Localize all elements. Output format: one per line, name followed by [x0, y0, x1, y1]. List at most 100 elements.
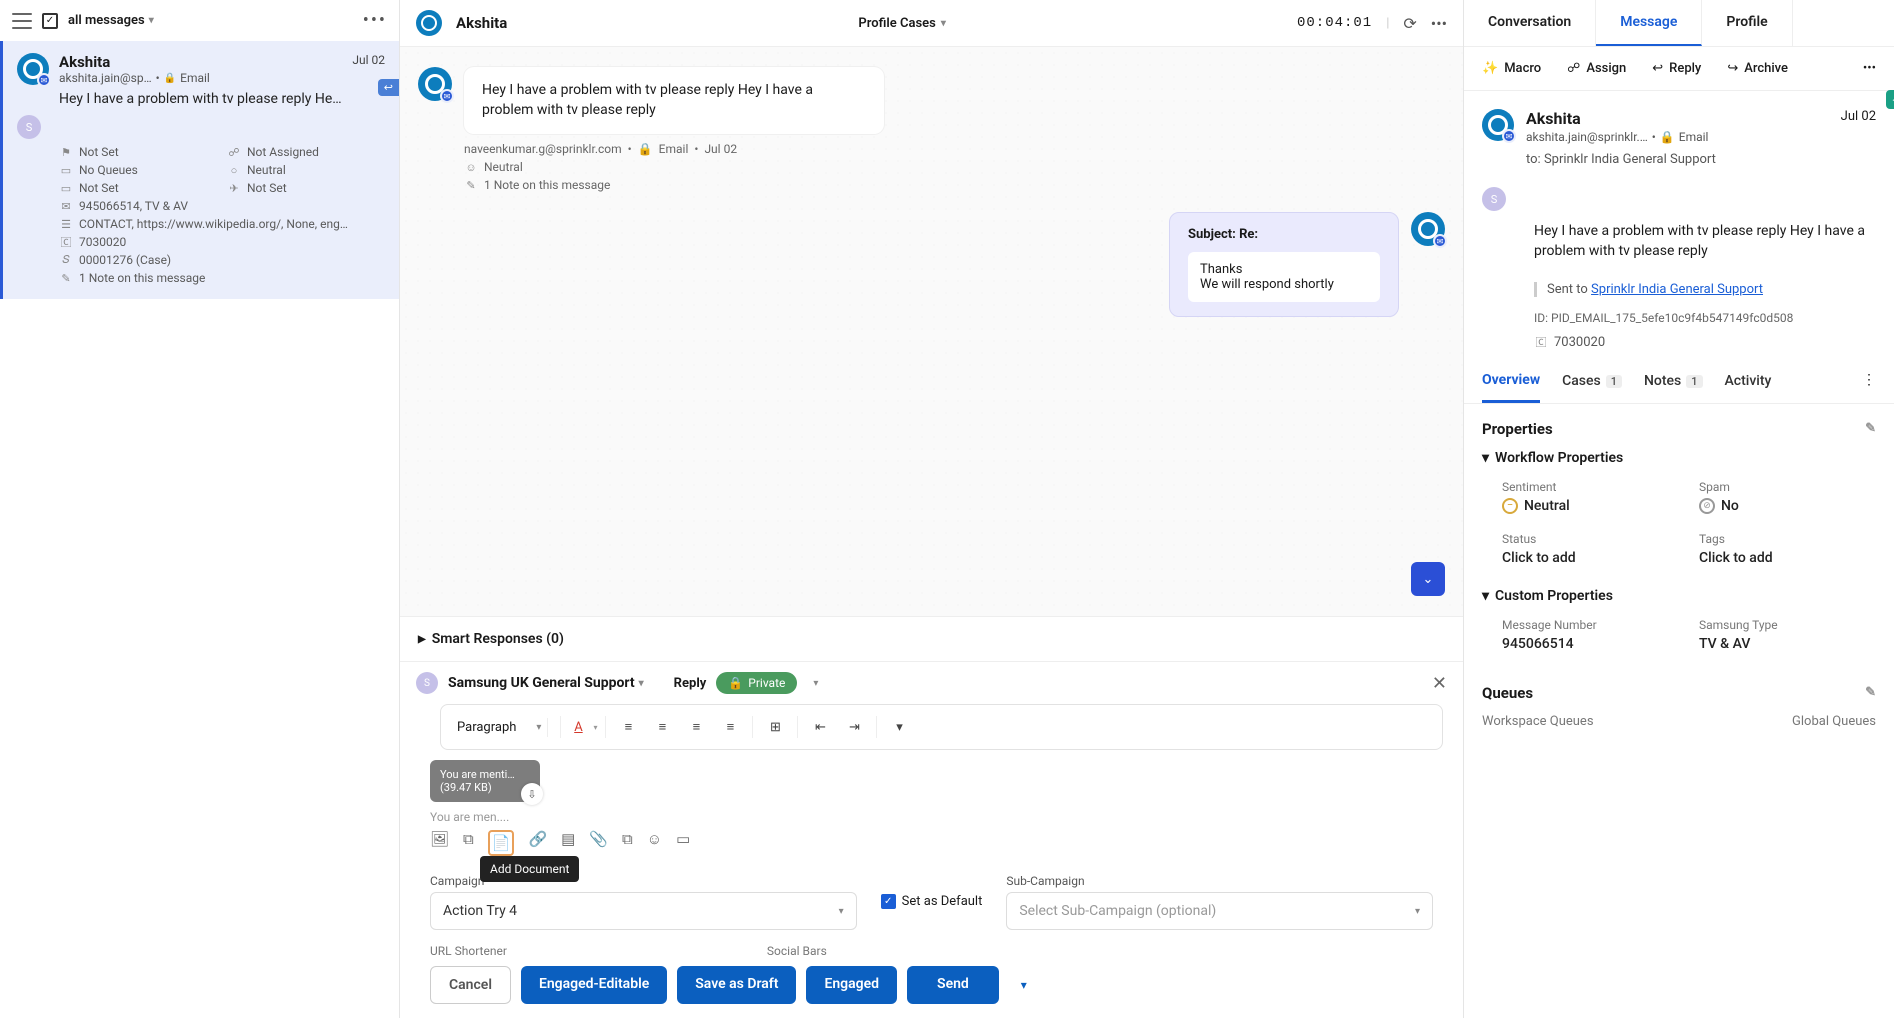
channel-badge-icon: ✉ [37, 73, 51, 87]
table-button[interactable]: ⊞ [761, 713, 789, 741]
meta-note: 1 Note on this message [79, 271, 205, 285]
indent-button[interactable]: ⇥ [840, 713, 868, 741]
edit-icon[interactable]: ✎ [1865, 685, 1876, 700]
to-label: to: [1526, 152, 1541, 167]
save-draft-button[interactable]: Save as Draft [677, 966, 796, 1004]
subtab-notes[interactable]: Notes1 [1644, 372, 1703, 403]
profile-cases-dropdown[interactable]: Profile Cases ▾ [858, 16, 945, 31]
workspace-queues-label: Workspace Queues [1482, 714, 1594, 729]
align-right-button[interactable]: ≡ [682, 713, 710, 741]
more-formatting-button[interactable]: ▾ [885, 713, 913, 741]
close-icon[interactable]: ✕ [1432, 673, 1447, 694]
from-account-dropdown[interactable]: Samsung UK General Support ▾ [448, 675, 644, 691]
subtab-overview[interactable]: Overview [1482, 372, 1540, 403]
lock-icon: 🔒 [1660, 130, 1675, 144]
align-center-button[interactable]: ≡ [648, 713, 676, 741]
message-card[interactable]: ↩ ✉ Jul 02 Akshita akshita.jain@sp… • 🔒 … [0, 41, 399, 299]
sent-to-link[interactable]: Sprinklr India General Support [1591, 282, 1763, 297]
subcampaign-placeholder: Select Sub-Campaign (optional) [1019, 903, 1216, 919]
send-button[interactable]: Send [907, 966, 999, 1004]
outdent-button[interactable]: ⇤ [806, 713, 834, 741]
smart-responses-label: Smart Responses (0) [432, 631, 564, 647]
attach-icon[interactable]: 📎 [589, 830, 608, 856]
more-icon[interactable]: ••• [1863, 61, 1876, 76]
image-icon[interactable]: 🖼 [430, 830, 449, 856]
emoji-icon[interactable]: ☺ [647, 830, 662, 856]
all-messages-dropdown[interactable]: all messages ▾ [68, 13, 154, 28]
lock-icon: 🔒 [728, 676, 743, 690]
video-icon[interactable]: ⧉ [463, 830, 474, 856]
reply-subject: Subject: Re: [1188, 227, 1380, 242]
scroll-down-button[interactable]: ⌄ [1411, 562, 1445, 596]
download-icon[interactable]: ⇩ [521, 783, 543, 805]
from-account-label: Samsung UK General Support [448, 675, 635, 691]
meta-casenum: 7030020 [79, 235, 126, 249]
spam-value[interactable]: ⊘No [1699, 498, 1876, 514]
status-value[interactable]: Click to add [1502, 550, 1679, 566]
set-default-checkbox[interactable]: ✓ Set as Default [881, 894, 983, 909]
hamburger-icon[interactable] [12, 13, 32, 29]
refresh-icon[interactable]: ⟳ [1403, 14, 1416, 33]
set-default-label: Set as Default [902, 894, 983, 909]
align-justify-button[interactable]: ≡ [716, 713, 744, 741]
attachment-chip[interactable]: You are menti… (39.47 KB) ⇩ [430, 760, 540, 802]
no-icon: ⊘ [1699, 498, 1715, 514]
chevron-down-icon: ▾ [1415, 906, 1420, 917]
message-body: Hey I have a problem with tv please repl… [1464, 211, 1894, 262]
message-id: ID: PID_EMAIL_175_5efe10c9f4b547149fc0d5… [1534, 311, 1894, 325]
note-icon: ✎ [464, 178, 478, 192]
editor-text[interactable]: You are men.... [430, 810, 1463, 824]
workflow-props-toggle[interactable]: ▾ Workflow Properties [1464, 444, 1894, 472]
right-email: akshita.jain@sprinklr.… [1526, 130, 1648, 144]
avatar [416, 10, 442, 36]
select-all-checkbox[interactable]: ✓ [42, 13, 58, 29]
person-icon: ☍ [227, 145, 241, 159]
macro-action[interactable]: ✨Macro [1482, 61, 1541, 76]
send-more-button[interactable]: ▾ [1009, 966, 1039, 1004]
template-icon[interactable]: ▤ [561, 830, 575, 856]
chevron-down-icon: ▾ [149, 15, 154, 26]
subtab-activity[interactable]: Activity [1725, 372, 1772, 403]
more-icon[interactable]: ••• [1431, 14, 1447, 33]
avatar: ✉ [1482, 109, 1514, 141]
tab-conversation[interactable]: Conversation [1464, 0, 1596, 46]
reply-draft-bubble: Subject: Re: Thanks We will respond shor… [1169, 212, 1399, 317]
text-color-button[interactable]: A [569, 713, 597, 741]
sf-icon: 𝑆 [59, 253, 73, 267]
bubble-text: Hey I have a problem with tv please repl… [482, 82, 813, 118]
reply-action[interactable]: ↩Reply [1652, 61, 1701, 76]
sentiment-value[interactable]: –Neutral [1502, 498, 1679, 514]
snippet-icon[interactable]: ⧉ [622, 830, 633, 856]
link-icon[interactable]: 🔗 [528, 830, 547, 856]
meta-notset2: Not Set [79, 181, 119, 195]
engaged-button[interactable]: Engaged [806, 966, 897, 1004]
card-name: Akshita [59, 53, 385, 71]
archive-action[interactable]: ↪Archive [1727, 61, 1788, 76]
kebab-icon[interactable]: ⋮ [1862, 372, 1876, 388]
more-icon[interactable]: ••• [363, 10, 387, 31]
visibility-badge[interactable]: 🔒 Private [716, 672, 797, 694]
custom-props-toggle[interactable]: ▾ Custom Properties [1464, 582, 1894, 610]
campaign-select[interactable]: Action Try 4 ▾ [430, 892, 857, 930]
cancel-button[interactable]: Cancel [430, 966, 511, 1004]
bubble-email: naveenkumar.g@sprinklr.com [464, 142, 622, 156]
edit-icon[interactable]: ✎ [1865, 421, 1876, 436]
tab-message[interactable]: Message [1596, 0, 1702, 46]
engaged-editable-button[interactable]: Engaged-Editable [521, 966, 667, 1004]
tags-value[interactable]: Click to add [1699, 550, 1876, 566]
tab-profile[interactable]: Profile [1702, 0, 1792, 46]
editor-toolbar: Paragraph ▾ A ≡ ≡ ≡ ≡ ⊞ ⇤ ⇥ ▾ [440, 704, 1443, 750]
paragraph-select[interactable]: Paragraph ▾ [451, 718, 548, 737]
meta-notset3: Not Set [247, 181, 287, 195]
chevron-down-icon[interactable]: ▾ [813, 678, 818, 689]
custom-props-header: Custom Properties [1495, 588, 1613, 604]
subtab-cases[interactable]: Cases1 [1562, 372, 1622, 403]
reply-line: We will respond shortly [1200, 277, 1368, 292]
card-icon[interactable]: ▭ [676, 830, 690, 856]
profile-cases-label: Profile Cases [858, 16, 935, 31]
align-left-button[interactable]: ≡ [614, 713, 642, 741]
smart-responses-toggle[interactable]: ▶ Smart Responses (0) [400, 616, 1463, 661]
assign-action[interactable]: ☍Assign [1567, 61, 1626, 76]
subcampaign-select[interactable]: Select Sub-Campaign (optional) ▾ [1006, 892, 1433, 930]
queues-header: Queues [1482, 684, 1533, 702]
